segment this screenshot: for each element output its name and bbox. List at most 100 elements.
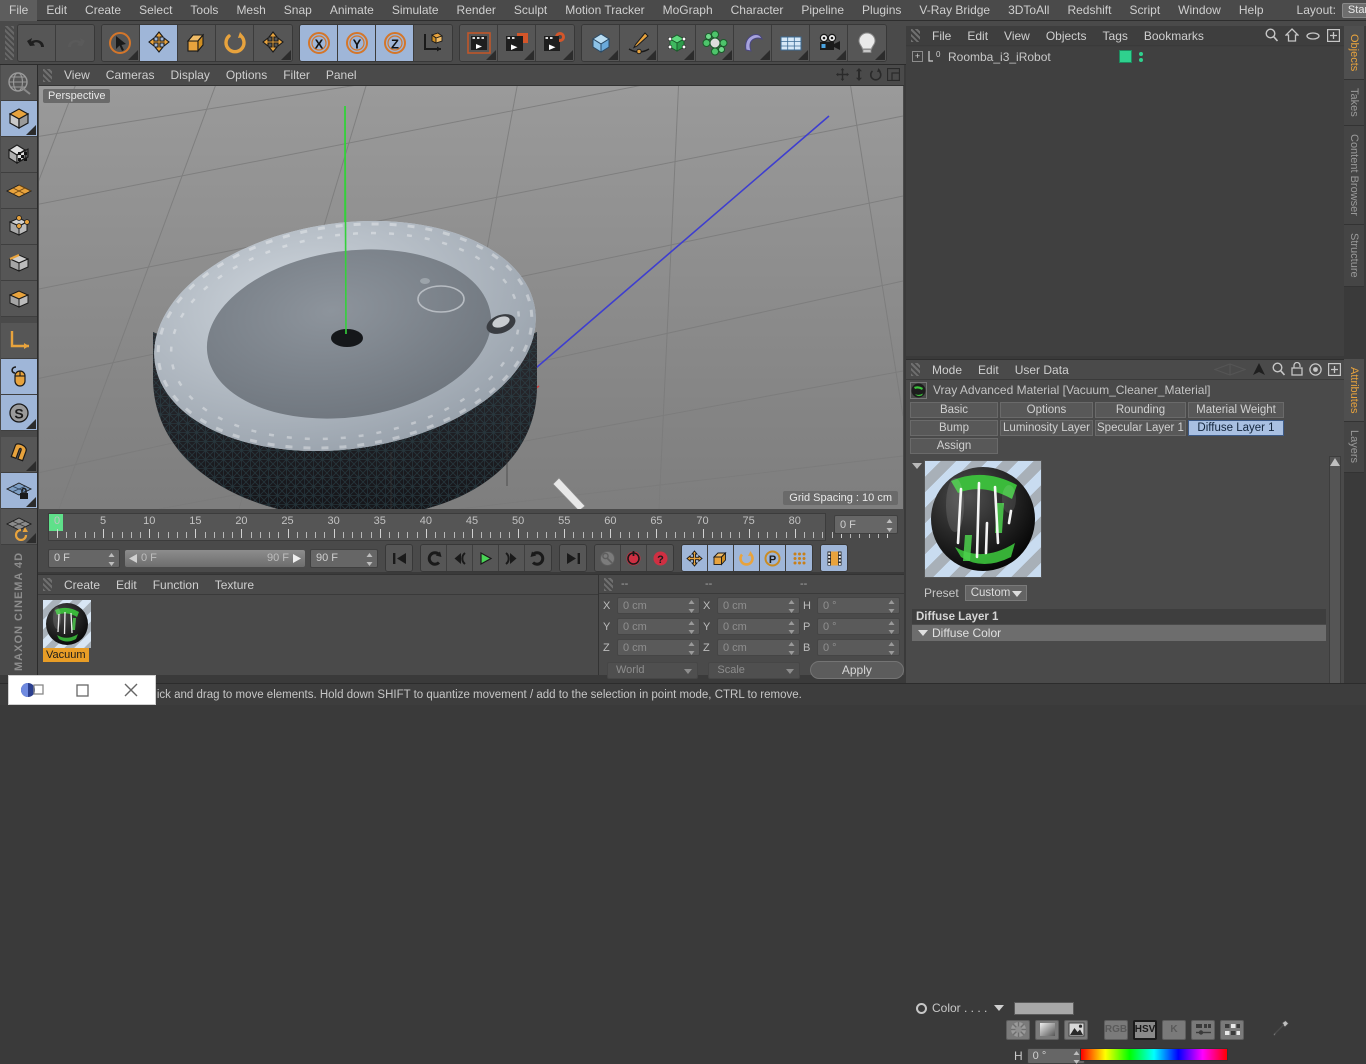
rotate-view-icon[interactable] [869,68,882,84]
attribute-tab-options[interactable]: Options [1000,402,1093,418]
spinner-icon[interactable] [788,600,795,613]
preset-dropdown[interactable]: Custom [964,585,1028,601]
scroll-up-icon[interactable] [1330,458,1340,466]
spinner-icon[interactable] [788,621,795,634]
collapse-triangle-icon[interactable] [912,463,922,469]
magnet-icon[interactable] [1,437,37,473]
material-tag[interactable] [1118,50,1132,63]
toolbar-grip[interactable] [5,25,14,60]
timeline-button[interactable] [821,545,847,571]
menu-item-redshift[interactable]: Redshift [1058,0,1120,21]
target-icon[interactable] [1309,362,1322,379]
rotate-tool-button[interactable] [216,24,254,61]
go-to-end-button[interactable] [560,545,586,571]
add-icon[interactable] [1328,362,1342,379]
maximize-icon[interactable] [886,67,901,84]
texture-mode-icon[interactable] [1,137,37,173]
chevron-down-icon[interactable] [994,1005,1005,1011]
color-radio[interactable] [916,1002,927,1014]
image-picker-icon[interactable] [1064,1019,1088,1040]
object-menu-bookmarks[interactable]: Bookmarks [1136,26,1212,46]
light-button[interactable] [848,24,886,61]
pan-icon[interactable] [836,68,849,84]
material-menu-function[interactable]: Function [145,575,207,595]
object-axis-icon[interactable] [1,323,37,359]
coord-rot-b-field[interactable]: 0 ° [817,639,900,656]
viewport-menu-display[interactable]: Display [162,65,217,86]
menu-item-plugins[interactable]: Plugins [853,0,910,21]
viewport-menu-options[interactable]: Options [218,65,275,86]
material-menu-edit[interactable]: Edit [108,575,145,595]
coord-rot-h-field[interactable]: 0 ° [817,597,900,614]
3d-viewport[interactable]: Perspective Grid Spacing : 10 cm [39,86,903,509]
cube-primitive-button[interactable] [582,24,620,61]
menu-item-help[interactable]: Help [1230,0,1273,21]
current-frame-field[interactable]: 0 F [48,548,120,568]
diffuse-color-subsection[interactable]: Diffuse Color [912,625,1326,641]
menu-item-render[interactable]: Render [448,0,505,21]
coord-pos-y-field[interactable]: 0 cm [617,618,700,635]
attributes-menu-grip[interactable] [911,363,920,376]
object-menu-tags[interactable]: Tags [1095,26,1136,46]
coord-size-z-field[interactable]: 0 cm [717,639,800,656]
color-mode-k-button[interactable]: K [1162,1019,1186,1040]
keyframe-selection-button[interactable]: ? [647,545,673,571]
spinner-icon[interactable] [108,552,115,566]
spinner-icon[interactable] [788,642,795,655]
material-thumbnail[interactable] [43,600,91,648]
menu-item-script[interactable]: Script [1120,0,1169,21]
home-icon[interactable] [1284,28,1300,45]
bend-button[interactable] [734,24,772,61]
spinner-icon[interactable] [688,621,695,634]
coordinate-grip[interactable] [604,577,613,591]
viewport-menu-panel[interactable]: Panel [318,65,365,86]
axis-z-button[interactable]: Z [376,24,414,61]
scale-key-button[interactable] [708,545,734,571]
color-swatch[interactable] [1014,1001,1075,1015]
menu-item-motion-tracker[interactable]: Motion Tracker [556,0,653,21]
coord-pos-z-field[interactable]: 0 cm [617,639,700,656]
attribute-tab-luminosity-layer[interactable]: Luminosity Layer [1000,420,1093,436]
rotation-key-button[interactable] [734,545,760,571]
workplane-lock-icon[interactable] [1,473,37,509]
play-button[interactable] [473,545,499,571]
pen-spline-button[interactable] [620,24,658,61]
lock-icon[interactable] [1291,361,1303,379]
go-to-start-button[interactable] [386,545,412,571]
visibility-dots[interactable] [1138,51,1143,62]
attribute-tab-bump[interactable]: Bump [910,420,998,436]
attribute-tab-specular-layer-1[interactable]: Specular Layer 1 [1095,420,1186,436]
spinner-icon[interactable] [888,621,895,634]
close-icon[interactable] [106,683,155,697]
spinner-icon[interactable] [366,552,373,566]
menu-item-window[interactable]: Window [1169,0,1230,21]
coord-size-x-field[interactable]: 0 cm [717,597,800,614]
right-tab-layers[interactable]: Layers [1344,422,1364,473]
redo-button[interactable] [56,24,94,61]
coordinate-mode-dropdown[interactable]: Scale [708,661,800,679]
spinner-icon[interactable] [886,519,893,532]
right-tab-content-browser[interactable]: Content Browser [1344,126,1364,225]
live-selection-button[interactable] [102,24,140,61]
move-tool-button[interactable] [140,24,178,61]
add-layer-icon[interactable] [1327,28,1341,45]
edge-mode-icon[interactable] [1,245,37,281]
color-mode-hsv-button[interactable]: HSV [1133,1019,1157,1040]
menu-item-mograph[interactable]: MoGraph [654,0,722,21]
object-row[interactable]: +0 Roomba_i3_iRobot [906,47,1344,66]
material-menu-texture[interactable]: Texture [207,575,262,595]
expand-icon[interactable]: + [912,51,923,62]
menu-item-mesh[interactable]: Mesh [227,0,274,21]
attributes-menu-user-data[interactable]: User Data [1007,360,1077,380]
position-key-button[interactable] [682,545,708,571]
menu-item-create[interactable]: Create [76,0,130,21]
sliders-icon[interactable] [1191,1019,1215,1040]
world-coordinates-button[interactable] [414,24,452,61]
scene-button[interactable] [772,24,810,61]
object-menu-file[interactable]: File [924,26,959,46]
make-editable-icon[interactable] [1,65,37,101]
attributes-menu-edit[interactable]: Edit [970,360,1007,380]
spinner-icon[interactable] [888,642,895,655]
attribute-tab-diffuse-layer-1[interactable]: Diffuse Layer 1 [1188,420,1284,436]
apply-button[interactable]: Apply [809,661,904,679]
